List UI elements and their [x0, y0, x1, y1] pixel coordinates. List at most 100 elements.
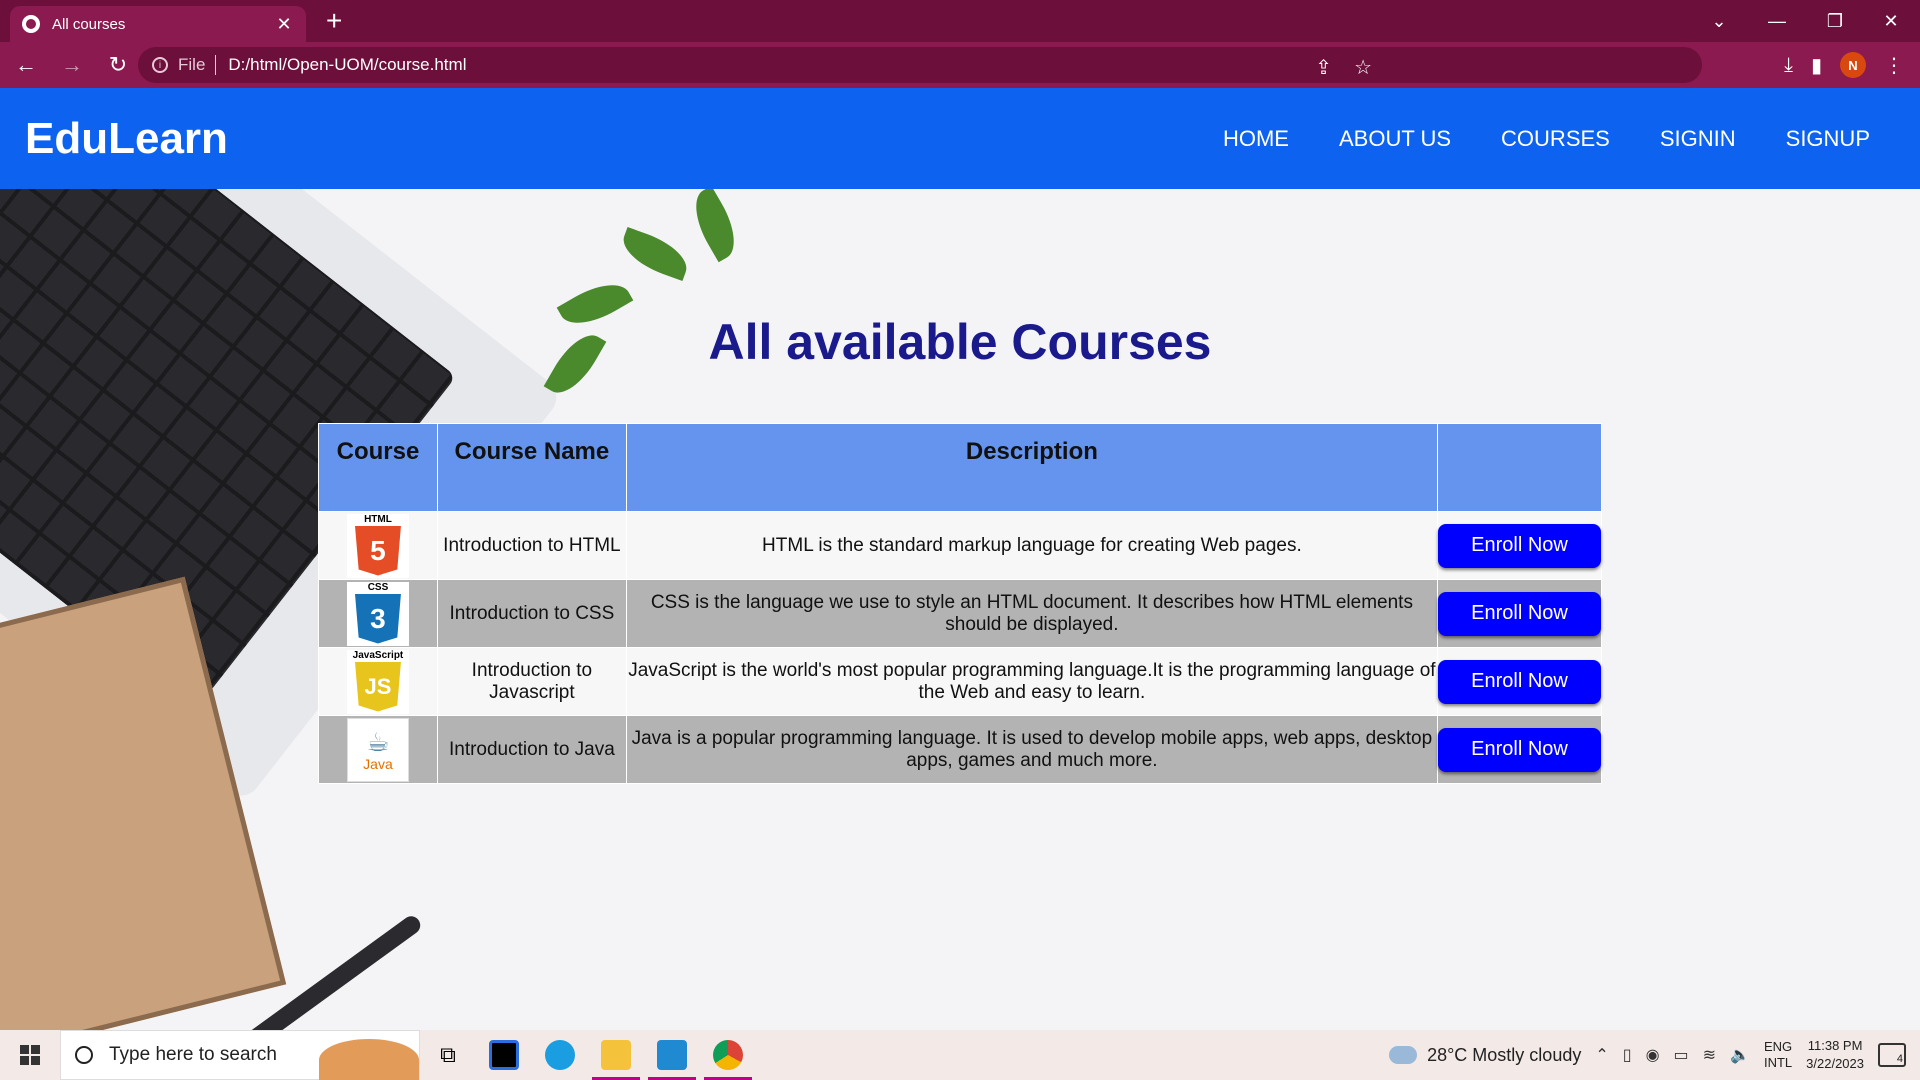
show-hidden-icons-icon[interactable]: ⌃	[1595, 1045, 1608, 1065]
profile-avatar[interactable]: N	[1840, 52, 1866, 78]
close-window-icon[interactable]: ✕	[1862, 0, 1920, 42]
search-placeholder: Type here to search	[109, 1044, 277, 1065]
logo-tag: Java	[363, 755, 393, 772]
css3-logo: CSS 3	[346, 581, 409, 646]
site-navbar: EduLearn HOME ABOUT US COURSES SIGNIN SI…	[0, 88, 1920, 189]
system-tray: 28°C Mostly cloudy ⌃ ▯ ◉ ▭ ≋ 🔈 ENG INTL …	[1385, 1030, 1920, 1080]
clock-time: 11:38 PM	[1807, 1038, 1863, 1053]
file-explorer-app-icon[interactable]	[588, 1030, 644, 1080]
web-page: EduLearn HOME ABOUT US COURSES SIGNIN SI…	[0, 88, 1920, 1030]
nav-link-home[interactable]: HOME	[1223, 126, 1289, 152]
tab-search-icon[interactable]: ⌄	[1690, 0, 1748, 42]
file-scheme-label: File	[178, 55, 206, 74]
course-description: HTML is the standard markup language for…	[625, 511, 1438, 580]
language-indicator[interactable]: ENG INTL	[1764, 1039, 1792, 1071]
wifi-icon[interactable]: ≋	[1703, 1045, 1716, 1065]
bookmark-star-icon[interactable]: ☆	[1354, 55, 1372, 80]
nav-menu: HOME ABOUT US COURSES SIGNIN SIGNUP	[1223, 126, 1870, 152]
nav-link-signup[interactable]: SIGNUP	[1786, 126, 1870, 152]
enroll-now-button[interactable]: Enroll Now	[1437, 659, 1601, 704]
taskbar-search[interactable]: Type here to search	[60, 1030, 420, 1080]
table-row: ☕ Java Introduction to Java Java is a po…	[318, 715, 1603, 784]
vscode-app-icon[interactable]	[644, 1030, 700, 1080]
weather-widget[interactable]: 28°C Mostly cloudy	[1385, 1038, 1581, 1066]
nav-link-courses[interactable]: COURSES	[1501, 126, 1610, 152]
table-header-row: Course Course Name Description	[318, 423, 1603, 512]
course-name: Introduction to HTML	[436, 511, 627, 580]
side-panel-icon[interactable]: ▮	[1811, 53, 1822, 78]
course-name: Introduction to Javascript	[436, 647, 627, 716]
course-logo-cell: ☕ Java	[318, 715, 438, 784]
start-button[interactable]	[0, 1030, 60, 1080]
column-header-course: Course	[318, 423, 438, 512]
volume-icon[interactable]: 🔈	[1730, 1045, 1750, 1065]
course-description: JavaScript is the world's most popular p…	[625, 647, 1438, 716]
page-title: All available Courses	[708, 314, 1212, 370]
cloudy-weather-icon	[1385, 1038, 1418, 1064]
browser-tab[interactable]: All courses ✕	[10, 6, 306, 42]
restore-icon[interactable]: ❐	[1806, 0, 1864, 42]
table-row: HTML 5 Introduction to HTML HTML is the …	[318, 511, 1603, 580]
toolbar-right: ⤓ ▮ N ⋮	[1784, 42, 1920, 88]
task-view-icon[interactable]: ⧉	[420, 1030, 476, 1080]
reload-icon[interactable]: ↻	[98, 47, 138, 83]
browser-title-bar: All courses ✕ + ⌄ — ❐ ✕	[0, 0, 1920, 42]
download-icon[interactable]: ⤓	[1784, 54, 1793, 77]
notification-count: 4	[1896, 1053, 1903, 1065]
battery-icon[interactable]: ▭	[1674, 1045, 1689, 1065]
courses-table: Course Course Name Description HTML 5 In…	[318, 423, 1603, 784]
column-header-description: Description	[625, 423, 1438, 512]
notification-center-icon[interactable]: 4	[1878, 1043, 1906, 1067]
forward-icon[interactable]: →	[52, 47, 92, 83]
column-header-course-name: Course Name	[436, 423, 627, 512]
table-row: CSS 3 Introduction to CSS CSS is the lan…	[318, 579, 1603, 648]
coffee-cup-icon: ☕	[366, 726, 390, 757]
edge-app-icon[interactable]	[532, 1030, 588, 1080]
windows-taskbar: Type here to search ⧉ 28°C Mostly cloudy…	[0, 1030, 1920, 1080]
enroll-now-button[interactable]: Enroll Now	[1437, 523, 1601, 568]
course-description: Java is a popular programming language. …	[625, 715, 1438, 784]
site-info-icon[interactable]: i	[152, 57, 168, 73]
course-name: Introduction to CSS	[436, 579, 627, 648]
action-cell: Enroll Now	[1436, 715, 1603, 784]
intellij-app-icon[interactable]	[476, 1030, 532, 1080]
windows-logo-icon	[20, 1045, 40, 1065]
logo-shield: 3	[354, 593, 401, 644]
search-highlight-image	[319, 1039, 419, 1080]
logo-shield: JS	[354, 661, 401, 712]
language-code: ENG	[1763, 1039, 1793, 1054]
address-bar[interactable]: i File D:/html/Open-UOM/course.html ⇪ ☆	[138, 47, 1702, 83]
search-icon	[75, 1046, 93, 1064]
logo-shield: 5	[354, 525, 401, 576]
enroll-now-button[interactable]: Enroll Now	[1437, 591, 1601, 636]
system-clock[interactable]: 11:38 PM 3/22/2023	[1806, 1037, 1864, 1073]
logo-tag: CSS	[367, 581, 389, 593]
html5-logo: HTML 5	[346, 513, 409, 578]
course-name: Introduction to Java	[436, 715, 627, 784]
logo-tag: HTML	[364, 513, 392, 525]
course-logo-cell: JavaScript JS	[318, 647, 438, 716]
nav-link-signin[interactable]: SIGNIN	[1660, 126, 1736, 152]
tab-close-icon[interactable]: ✕	[274, 14, 294, 35]
leaf-image	[683, 185, 747, 263]
browser-toolbar: ← → ↻ i File D:/html/Open-UOM/course.htm…	[0, 42, 1920, 88]
chrome-app-icon[interactable]	[700, 1030, 756, 1080]
leaf-image	[616, 226, 694, 282]
address-separator	[215, 55, 217, 75]
nav-link-about-us[interactable]: ABOUT US	[1339, 126, 1451, 152]
enroll-now-button[interactable]: Enroll Now	[1437, 727, 1601, 772]
menu-kebab-icon[interactable]: ⋮	[1884, 53, 1904, 78]
new-tab-button[interactable]: +	[326, 6, 342, 36]
device-icon[interactable]: ▯	[1623, 1045, 1632, 1065]
chrome-tray-icon[interactable]: ◉	[1646, 1045, 1660, 1065]
url-text[interactable]: D:/html/Open-UOM/course.html	[228, 55, 466, 75]
share-icon[interactable]: ⇪	[1315, 55, 1332, 80]
globe-icon	[22, 15, 40, 33]
back-icon[interactable]: ←	[6, 47, 46, 83]
minimize-icon[interactable]: —	[1748, 0, 1806, 42]
action-cell: Enroll Now	[1436, 579, 1603, 648]
course-description: CSS is the language we use to style an H…	[625, 579, 1438, 648]
site-brand[interactable]: EduLearn	[25, 114, 228, 164]
javascript-logo: JavaScript JS	[346, 649, 409, 714]
keyboard-layout: INTL	[1763, 1055, 1793, 1070]
